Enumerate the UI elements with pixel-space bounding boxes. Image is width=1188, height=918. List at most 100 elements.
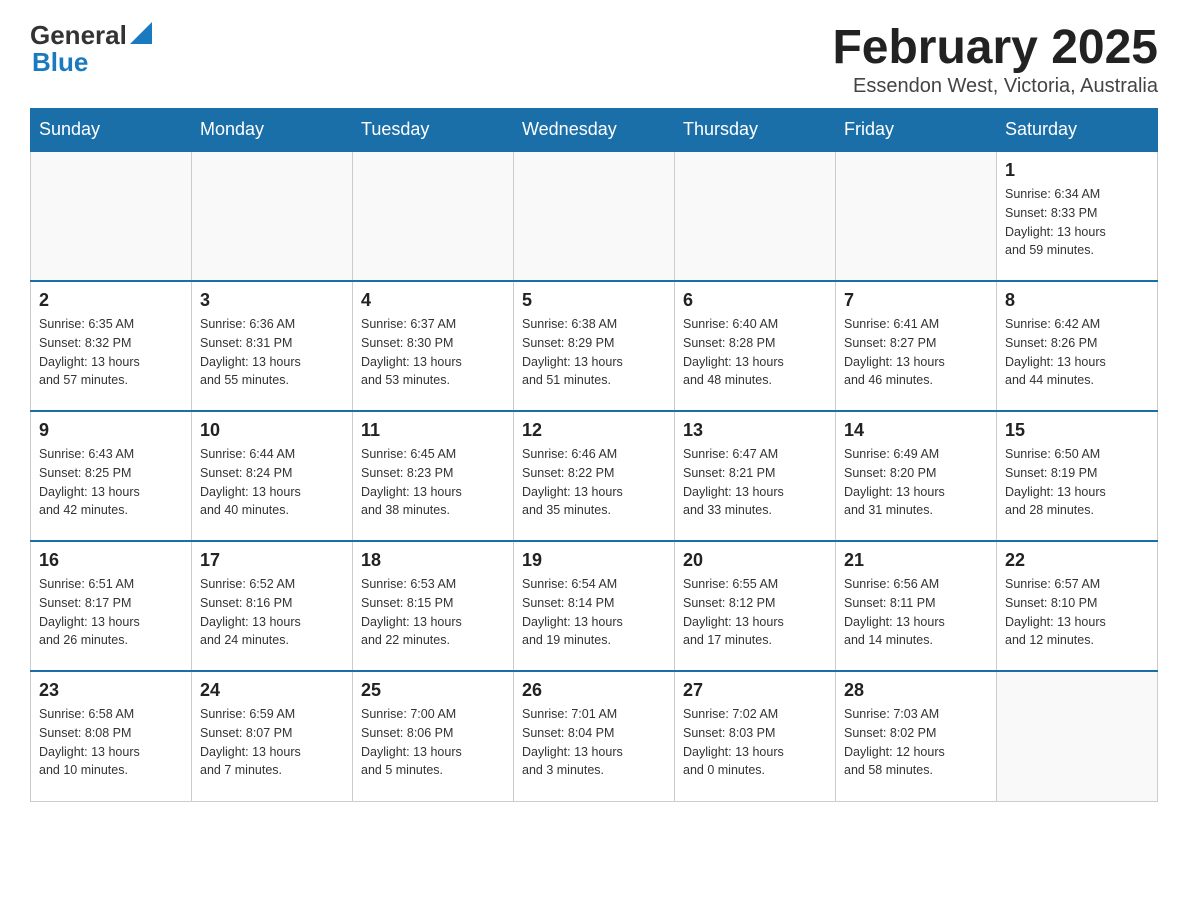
calendar-week-row: 23 Sunrise: 6:58 AM Sunset: 8:08 PM Dayli… [31, 671, 1158, 801]
logo-blue-text: Blue [32, 47, 88, 77]
day-number: 23 [39, 680, 183, 701]
day-info: Sunrise: 6:42 AM Sunset: 8:26 PM Dayligh… [1005, 315, 1149, 390]
calendar-header-row: SundayMondayTuesdayWednesdayThursdayFrid… [31, 109, 1158, 152]
day-number: 13 [683, 420, 827, 441]
calendar-day-cell: 26 Sunrise: 7:01 AM Sunset: 8:04 PM Dayli… [514, 671, 675, 801]
calendar-day-cell: 8 Sunrise: 6:42 AM Sunset: 8:26 PM Daylig… [997, 281, 1158, 411]
calendar-day-cell: 3 Sunrise: 6:36 AM Sunset: 8:31 PM Daylig… [192, 281, 353, 411]
calendar-day-cell: 13 Sunrise: 6:47 AM Sunset: 8:21 PM Dayli… [675, 411, 836, 541]
calendar-day-cell: 17Sunrise: 6:52 AM Sunset: 8:16 PM Dayli… [192, 541, 353, 671]
day-info: Sunrise: 6:54 AM Sunset: 8:14 PM Dayligh… [522, 575, 666, 650]
day-number: 16 [39, 550, 183, 571]
calendar-weekday-header: Saturday [997, 109, 1158, 152]
day-info: Sunrise: 7:01 AM Sunset: 8:04 PM Dayligh… [522, 705, 666, 780]
day-number: 3 [200, 290, 344, 311]
day-info: Sunrise: 6:41 AM Sunset: 8:27 PM Dayligh… [844, 315, 988, 390]
day-info: Sunrise: 7:00 AM Sunset: 8:06 PM Dayligh… [361, 705, 505, 780]
day-number: 6 [683, 290, 827, 311]
day-number: 7 [844, 290, 988, 311]
day-info: Sunrise: 6:44 AM Sunset: 8:24 PM Dayligh… [200, 445, 344, 520]
day-number: 27 [683, 680, 827, 701]
calendar-day-cell [514, 151, 675, 281]
day-info: Sunrise: 6:38 AM Sunset: 8:29 PM Dayligh… [522, 315, 666, 390]
calendar-day-cell: 7 Sunrise: 6:41 AM Sunset: 8:27 PM Daylig… [836, 281, 997, 411]
calendar-day-cell: 1 Sunrise: 6:34 AM Sunset: 8:33 PM Daylig… [997, 151, 1158, 281]
calendar-day-cell: 23 Sunrise: 6:58 AM Sunset: 8:08 PM Dayli… [31, 671, 192, 801]
calendar-day-cell [836, 151, 997, 281]
calendar-day-cell [997, 671, 1158, 801]
day-number: 28 [844, 680, 988, 701]
day-number: 20 [683, 550, 827, 571]
logo-triangle-icon [130, 22, 152, 44]
day-info: Sunrise: 6:36 AM Sunset: 8:31 PM Dayligh… [200, 315, 344, 390]
title-section: February 2025 Essendon West, Victoria, A… [832, 20, 1158, 98]
calendar-day-cell: 12 Sunrise: 6:46 AM Sunset: 8:22 PM Dayli… [514, 411, 675, 541]
day-info: Sunrise: 6:34 AM Sunset: 8:33 PM Dayligh… [1005, 185, 1149, 260]
day-info: Sunrise: 6:37 AM Sunset: 8:30 PM Dayligh… [361, 315, 505, 390]
calendar-day-cell [675, 151, 836, 281]
day-info: Sunrise: 6:57 AM Sunset: 8:10 PM Dayligh… [1005, 575, 1149, 650]
calendar-day-cell: 22 Sunrise: 6:57 AM Sunset: 8:10 PM Dayli… [997, 541, 1158, 671]
day-number: 17 [200, 550, 344, 571]
day-number: 5 [522, 290, 666, 311]
location-text: Essendon West, Victoria, Australia [832, 75, 1158, 98]
day-number: 21 [844, 550, 988, 571]
day-info: Sunrise: 6:50 AM Sunset: 8:19 PM Dayligh… [1005, 445, 1149, 520]
calendar-weekday-header: Monday [192, 109, 353, 152]
day-info: Sunrise: 6:43 AM Sunset: 8:25 PM Dayligh… [39, 445, 183, 520]
day-info: Sunrise: 6:35 AM Sunset: 8:32 PM Dayligh… [39, 315, 183, 390]
calendar-day-cell: 19Sunrise: 6:54 AM Sunset: 8:14 PM Dayli… [514, 541, 675, 671]
calendar-day-cell: 2 Sunrise: 6:35 AM Sunset: 8:32 PM Daylig… [31, 281, 192, 411]
day-info: Sunrise: 6:58 AM Sunset: 8:08 PM Dayligh… [39, 705, 183, 780]
calendar-weekday-header: Wednesday [514, 109, 675, 152]
day-info: Sunrise: 6:45 AM Sunset: 8:23 PM Dayligh… [361, 445, 505, 520]
calendar-weekday-header: Thursday [675, 109, 836, 152]
calendar-day-cell: 21Sunrise: 6:56 AM Sunset: 8:11 PM Dayli… [836, 541, 997, 671]
day-info: Sunrise: 6:47 AM Sunset: 8:21 PM Dayligh… [683, 445, 827, 520]
calendar-week-row: 16 Sunrise: 6:51 AM Sunset: 8:17 PM Dayli… [31, 541, 1158, 671]
day-info: Sunrise: 6:53 AM Sunset: 8:15 PM Dayligh… [361, 575, 505, 650]
calendar-day-cell: 6 Sunrise: 6:40 AM Sunset: 8:28 PM Daylig… [675, 281, 836, 411]
day-info: Sunrise: 6:40 AM Sunset: 8:28 PM Dayligh… [683, 315, 827, 390]
month-title: February 2025 [832, 20, 1158, 75]
calendar-day-cell: 15 Sunrise: 6:50 AM Sunset: 8:19 PM Dayli… [997, 411, 1158, 541]
day-info: Sunrise: 6:59 AM Sunset: 8:07 PM Dayligh… [200, 705, 344, 780]
calendar-day-cell: 5 Sunrise: 6:38 AM Sunset: 8:29 PM Daylig… [514, 281, 675, 411]
calendar-day-cell: 28 Sunrise: 7:03 AM Sunset: 8:02 PM Dayli… [836, 671, 997, 801]
day-info: Sunrise: 7:02 AM Sunset: 8:03 PM Dayligh… [683, 705, 827, 780]
day-info: Sunrise: 6:51 AM Sunset: 8:17 PM Dayligh… [39, 575, 183, 650]
day-info: Sunrise: 7:03 AM Sunset: 8:02 PM Dayligh… [844, 705, 988, 780]
day-number: 1 [1005, 160, 1149, 181]
calendar-day-cell: 9 Sunrise: 6:43 AM Sunset: 8:25 PM Daylig… [31, 411, 192, 541]
calendar-weekday-header: Tuesday [353, 109, 514, 152]
calendar-day-cell: 27 Sunrise: 7:02 AM Sunset: 8:03 PM Dayli… [675, 671, 836, 801]
day-number: 2 [39, 290, 183, 311]
day-number: 12 [522, 420, 666, 441]
logo: General Blue [30, 20, 152, 78]
day-info: Sunrise: 6:46 AM Sunset: 8:22 PM Dayligh… [522, 445, 666, 520]
calendar-table: SundayMondayTuesdayWednesdayThursdayFrid… [30, 108, 1158, 802]
day-number: 26 [522, 680, 666, 701]
day-info: Sunrise: 6:55 AM Sunset: 8:12 PM Dayligh… [683, 575, 827, 650]
calendar-day-cell: 11 Sunrise: 6:45 AM Sunset: 8:23 PM Dayli… [353, 411, 514, 541]
day-number: 15 [1005, 420, 1149, 441]
calendar-day-cell [353, 151, 514, 281]
calendar-weekday-header: Sunday [31, 109, 192, 152]
calendar-week-row: 9 Sunrise: 6:43 AM Sunset: 8:25 PM Daylig… [31, 411, 1158, 541]
calendar-day-cell [192, 151, 353, 281]
day-number: 18 [361, 550, 505, 571]
calendar-day-cell: 14 Sunrise: 6:49 AM Sunset: 8:20 PM Dayli… [836, 411, 997, 541]
day-number: 25 [361, 680, 505, 701]
calendar-day-cell: 20 Sunrise: 6:55 AM Sunset: 8:12 PM Dayli… [675, 541, 836, 671]
day-number: 8 [1005, 290, 1149, 311]
day-number: 22 [1005, 550, 1149, 571]
calendar-day-cell: 10 Sunrise: 6:44 AM Sunset: 8:24 PM Dayli… [192, 411, 353, 541]
day-number: 10 [200, 420, 344, 441]
day-number: 14 [844, 420, 988, 441]
day-number: 11 [361, 420, 505, 441]
calendar-week-row: 1 Sunrise: 6:34 AM Sunset: 8:33 PM Daylig… [31, 151, 1158, 281]
calendar-day-cell: 4Sunrise: 6:37 AM Sunset: 8:30 PM Daylig… [353, 281, 514, 411]
calendar-day-cell: 16 Sunrise: 6:51 AM Sunset: 8:17 PM Dayli… [31, 541, 192, 671]
day-number: 9 [39, 420, 183, 441]
day-info: Sunrise: 6:49 AM Sunset: 8:20 PM Dayligh… [844, 445, 988, 520]
